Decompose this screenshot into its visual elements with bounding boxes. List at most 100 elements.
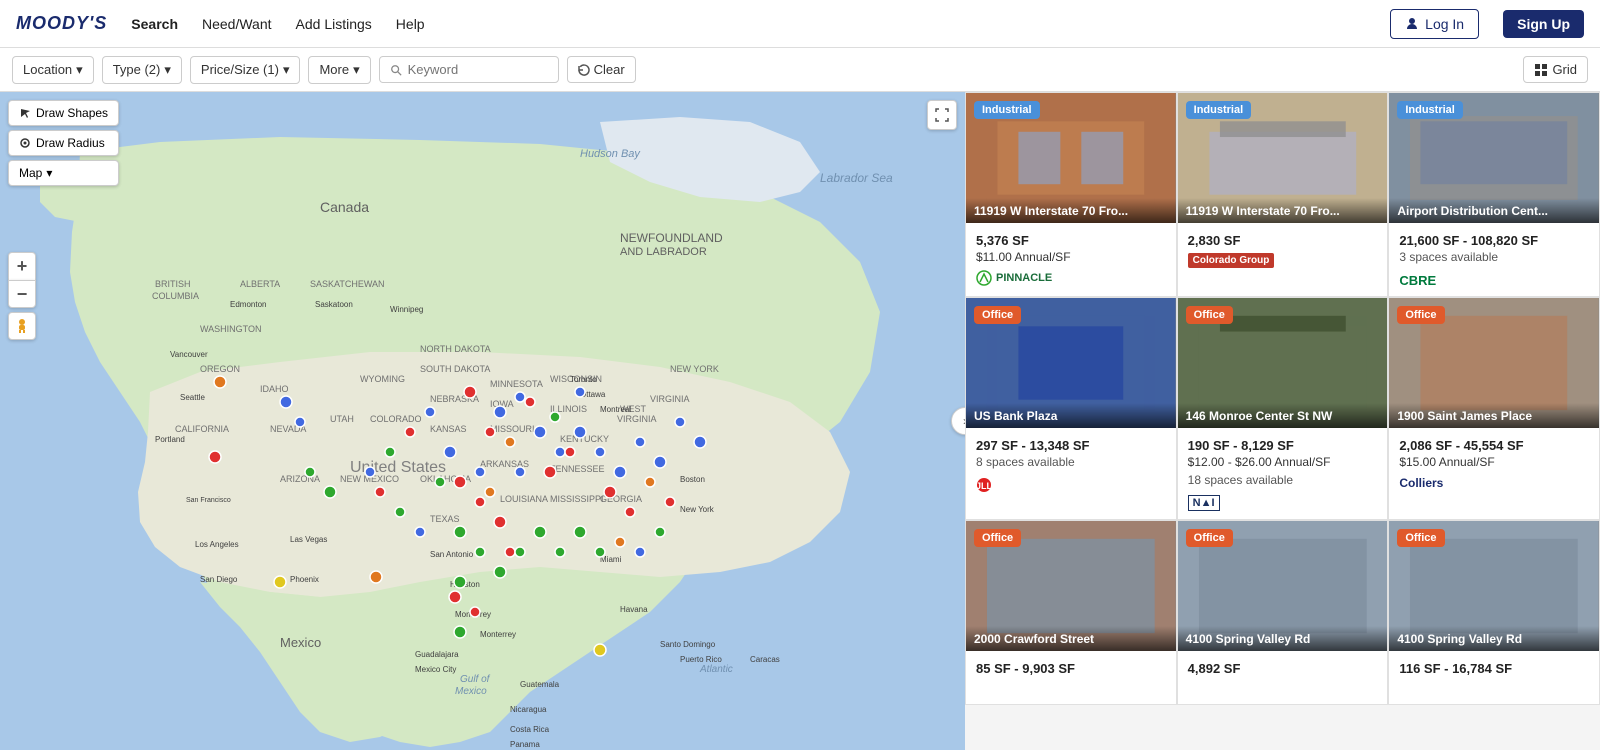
svg-text:SOUTH DAKOTA: SOUTH DAKOTA [420, 364, 490, 374]
zoom-controls: + − [8, 252, 36, 308]
svg-text:COLORADO: COLORADO [370, 414, 422, 424]
radius-icon [19, 137, 31, 149]
broker-logo: Colorado Group [1188, 250, 1378, 270]
listing-card[interactable]: Office 4100 Spring Valley Rd 116 SF - 16… [1388, 520, 1600, 705]
keyword-input-wrapper[interactable] [379, 56, 559, 83]
svg-text:NEW YORK: NEW YORK [670, 364, 719, 374]
svg-text:Edmonton: Edmonton [230, 300, 266, 309]
listing-image: Industrial 11919 W Interstate 70 Fro... [966, 93, 1176, 223]
listing-body: 297 SF - 13,348 SF 8 spaces available JL… [966, 428, 1176, 501]
filter-bar: Location ▾ Type (2) ▾ Price/Size (1) ▾ M… [0, 48, 1600, 92]
svg-text:Portland: Portland [155, 435, 185, 444]
signup-button[interactable]: Sign Up [1503, 10, 1584, 38]
map-container[interactable]: Labrador Sea Hudson Bay Gulf of Mexico A… [0, 92, 965, 750]
listing-image: Industrial 11919 W Interstate 70 Fro... [1178, 93, 1388, 223]
zoom-in-button[interactable]: + [8, 252, 36, 280]
draw-radius-button[interactable]: Draw Radius [8, 130, 119, 156]
type-label: Type (2) [113, 62, 161, 77]
street-view-button[interactable] [8, 312, 36, 340]
map-type-button[interactable]: Map ▾ [8, 160, 119, 186]
grid-icon [1534, 63, 1548, 77]
listing-image: Office US Bank Plaza [966, 298, 1176, 428]
listing-card[interactable]: Office 2000 Crawford Street 85 SF - 9,90… [965, 520, 1177, 705]
listing-card[interactable]: Office 146 Monroe Center St NW 190 SF - … [1177, 297, 1389, 520]
svg-text:San Antonio: San Antonio [430, 550, 474, 559]
price-filter[interactable]: Price/Size (1) ▾ [190, 56, 301, 84]
listing-image: Office 2000 Crawford Street [966, 521, 1176, 651]
svg-text:VIRGINIA: VIRGINIA [617, 414, 657, 424]
listing-size: 85 SF - 9,903 SF [976, 661, 1166, 676]
listing-card[interactable]: Office 1900 Saint James Place 2,086 SF -… [1388, 297, 1600, 520]
svg-text:Saskatoon: Saskatoon [315, 300, 353, 309]
svg-text:Havana: Havana [620, 605, 648, 614]
svg-text:TENNESSEE: TENNESSEE [550, 464, 605, 474]
listing-image: Office 1900 Saint James Place [1389, 298, 1599, 428]
listing-size: 297 SF - 13,348 SF [976, 438, 1166, 453]
svg-text:Labrador Sea: Labrador Sea [820, 171, 893, 185]
more-filter[interactable]: More ▾ [308, 56, 370, 84]
draw-shapes-button[interactable]: Draw Shapes [8, 100, 119, 126]
nav-need-want[interactable]: Need/Want [202, 12, 272, 36]
type-badge: Industrial [1397, 101, 1463, 119]
svg-text:San Diego: San Diego [200, 575, 238, 584]
nav-add-listings[interactable]: Add Listings [296, 12, 372, 36]
svg-text:Winnipeg: Winnipeg [390, 305, 423, 314]
svg-text:BRITISH: BRITISH [155, 279, 191, 289]
svg-text:Mexico: Mexico [455, 686, 487, 697]
person-icon [14, 318, 30, 334]
svg-text:New York: New York [680, 505, 715, 514]
listing-card[interactable]: Industrial Airport Distribution Cent... … [1388, 92, 1600, 297]
draw-radius-label: Draw Radius [36, 136, 105, 150]
listing-price: $15.00 Annual/SF [1399, 455, 1589, 469]
type-filter[interactable]: Type (2) ▾ [102, 56, 182, 84]
type-badge: Industrial [1186, 101, 1252, 119]
type-badge: Office [1397, 529, 1444, 547]
svg-text:MISSOURI: MISSOURI [490, 424, 535, 434]
nav-search[interactable]: Search [131, 12, 178, 36]
listings-panel: Industrial 11919 W Interstate 70 Fro... … [965, 92, 1600, 750]
grid-toggle[interactable]: Grid [1523, 56, 1588, 83]
logo: MOODY'S [16, 13, 107, 34]
more-label: More [319, 62, 349, 77]
type-chevron-icon: ▾ [164, 62, 171, 78]
map-svg: Labrador Sea Hudson Bay Gulf of Mexico A… [0, 92, 965, 750]
listing-title: 2000 Crawford Street [966, 626, 1176, 651]
svg-text:Montreal: Montreal [600, 405, 631, 414]
broker-logo [976, 678, 1166, 698]
svg-text:LOUISIANA: LOUISIANA [500, 494, 548, 504]
svg-text:NORTH DAKOTA: NORTH DAKOTA [420, 344, 491, 354]
svg-text:TEXAS: TEXAS [430, 514, 460, 524]
listing-card[interactable]: Industrial 11919 W Interstate 70 Fro... … [1177, 92, 1389, 297]
nav-help[interactable]: Help [396, 12, 425, 36]
svg-text:Santo Domingo: Santo Domingo [660, 640, 716, 649]
type-badge: Office [974, 529, 1021, 547]
listing-card[interactable]: Office US Bank Plaza 297 SF - 13,348 SF … [965, 297, 1177, 520]
broker-logo: JLL [976, 475, 1166, 495]
svg-text:Phoenix: Phoenix [290, 575, 319, 584]
clear-label: Clear [594, 62, 625, 77]
svg-text:IDAHO: IDAHO [260, 384, 289, 394]
fullscreen-button[interactable] [927, 100, 957, 130]
map-type-chevron-icon: ▾ [46, 166, 52, 180]
svg-text:NEWFOUNDLAND: NEWFOUNDLAND [620, 231, 723, 245]
svg-text:Vancouver: Vancouver [170, 350, 208, 359]
cursor-icon [19, 107, 31, 119]
listing-size: 2,830 SF [1188, 233, 1378, 248]
price-chevron-icon: ▾ [283, 62, 290, 78]
zoom-out-button[interactable]: − [8, 280, 36, 308]
draw-shapes-label: Draw Shapes [36, 106, 108, 120]
svg-text:SASKATCHEWAN: SASKATCHEWAN [310, 279, 385, 289]
location-filter[interactable]: Location ▾ [12, 56, 94, 84]
login-button[interactable]: Log In [1390, 9, 1479, 39]
listing-card[interactable]: Office 4100 Spring Valley Rd 4,892 SF [1177, 520, 1389, 705]
svg-text:San Francisco: San Francisco [186, 497, 231, 504]
listing-body: 116 SF - 16,784 SF [1389, 651, 1599, 704]
keyword-input[interactable] [408, 62, 548, 77]
listing-spaces: 8 spaces available [976, 455, 1166, 469]
listing-size: 116 SF - 16,784 SF [1399, 661, 1589, 676]
type-badge: Office [1397, 306, 1444, 324]
price-label: Price/Size (1) [201, 62, 279, 77]
login-icon [1405, 17, 1419, 31]
clear-button[interactable]: Clear [567, 56, 636, 83]
listing-card[interactable]: Industrial 11919 W Interstate 70 Fro... … [965, 92, 1177, 297]
